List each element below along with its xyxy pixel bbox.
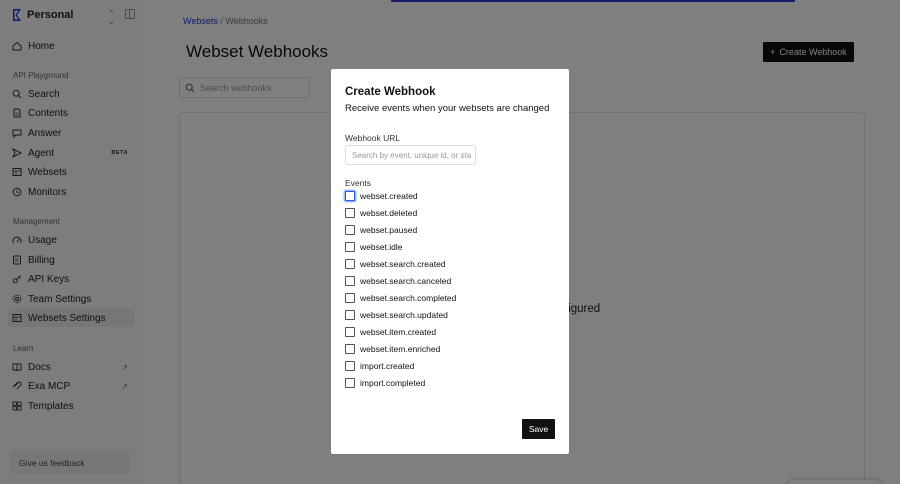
checkbox[interactable]: [345, 242, 355, 252]
event-checkbox-row[interactable]: webset.item.enriched: [345, 343, 440, 355]
event-checkbox-row[interactable]: webset.item.created: [345, 326, 436, 338]
event-label: webset.idle: [360, 242, 403, 252]
event-checkbox-row[interactable]: webset.search.created: [345, 258, 446, 270]
checkbox[interactable]: [345, 225, 355, 235]
event-label: webset.created: [360, 191, 418, 201]
dialog-title: Create Webhook: [345, 86, 436, 98]
checkbox[interactable]: [345, 361, 355, 371]
event-checkbox-row[interactable]: webset.search.canceled: [345, 275, 451, 287]
checkbox[interactable]: [345, 208, 355, 218]
events-label: Events: [345, 178, 371, 188]
webhook-url-label: Webhook URL: [345, 133, 401, 143]
checkbox[interactable]: [345, 293, 355, 303]
checkbox[interactable]: [345, 259, 355, 269]
event-checkbox-row[interactable]: import.created: [345, 360, 414, 372]
event-label: webset.search.updated: [360, 310, 448, 320]
checkbox[interactable]: [345, 327, 355, 337]
checkbox[interactable]: [345, 344, 355, 354]
create-webhook-dialog: Create Webhook Receive events when your …: [331, 69, 569, 454]
event-label: import.completed: [360, 378, 426, 388]
event-label: webset.item.enriched: [360, 344, 441, 354]
dialog-subtitle: Receive events when your websets are cha…: [345, 103, 550, 114]
event-checkbox-row[interactable]: webset.deleted: [345, 207, 417, 219]
checkbox[interactable]: [345, 310, 355, 320]
checkbox[interactable]: [345, 276, 355, 286]
event-checkbox-row[interactable]: import.completed: [345, 377, 425, 389]
event-checkbox-row[interactable]: webset.paused: [345, 224, 417, 236]
checkbox[interactable]: [345, 378, 355, 388]
event-checkbox-row[interactable]: webset.search.completed: [345, 292, 456, 304]
event-label: webset.search.created: [360, 259, 446, 269]
save-button[interactable]: Save: [522, 419, 555, 439]
event-checkbox-row[interactable]: webset.idle: [345, 241, 403, 253]
event-label: webset.paused: [360, 225, 418, 235]
event-label: webset.deleted: [360, 208, 418, 218]
webhook-url-input[interactable]: [345, 145, 476, 165]
event-label: webset.search.canceled: [360, 276, 452, 286]
event-checkbox-row[interactable]: webset.created: [345, 190, 418, 202]
event-label: webset.item.created: [360, 327, 437, 337]
event-label: import.created: [360, 361, 415, 371]
event-label: webset.search.completed: [360, 293, 457, 303]
checkbox[interactable]: [345, 191, 355, 201]
event-checkbox-row[interactable]: webset.search.updated: [345, 309, 448, 321]
